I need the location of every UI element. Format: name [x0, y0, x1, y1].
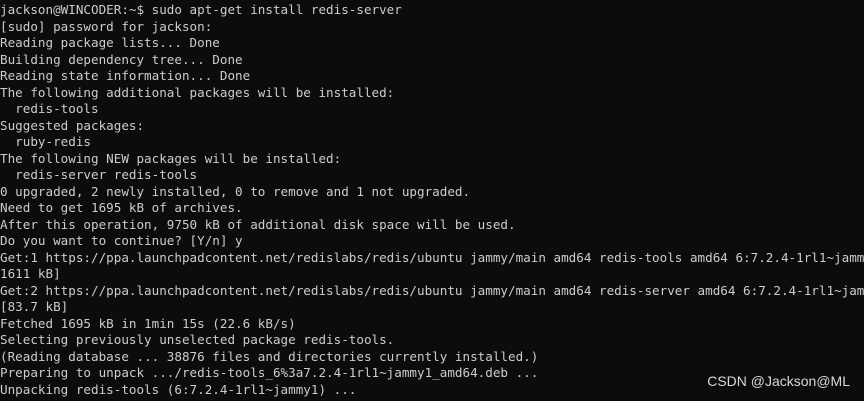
terminal-output-line: Suggested packages:	[0, 117, 145, 133]
terminal-output-line: 1611 kB]	[0, 266, 61, 281]
terminal-output-line: Fetched 1695 kB in 1min 15s (22.6 kB/s)	[0, 315, 296, 331]
terminal-output-line: (Reading database ... 38876 files and di…	[0, 348, 539, 364]
terminal-output-line: Selecting previously unselected package …	[0, 332, 395, 347]
terminal-output-line: The following additional packages will b…	[0, 84, 395, 100]
terminal-output-line: [sudo] password for jackson:	[0, 18, 213, 34]
terminal-output-line: ruby-redis	[0, 134, 91, 149]
terminal-output-line: After this operation, 9750 kB of additio…	[0, 216, 516, 232]
terminal-output-line: redis-server redis-tools	[0, 167, 198, 182]
terminal-output-line: Need to get 1695 kB of archives.	[0, 200, 243, 215]
terminal-output-line: 0 upgraded, 2 newly installed, 0 to remo…	[0, 183, 471, 199]
terminal-output-line: Reading package lists... Done	[0, 35, 220, 50]
terminal-output-line: Do you want to continue? [Y/n] y	[0, 233, 243, 248]
terminal-output-line: Building dependency tree... Done	[0, 51, 243, 67]
csdn-watermark: CSDN @Jackson@ML	[707, 372, 850, 389]
terminal-output-line: Get:1 https://ppa.launchpadcontent.net/r…	[0, 249, 864, 265]
terminal-output-line: [83.7 kB]	[0, 299, 69, 314]
terminal-prompt-line: jackson@WINCODER:~$ sudo apt-get install…	[0, 2, 402, 17]
terminal-output-line: Get:2 https://ppa.launchpadcontent.net/r…	[0, 282, 864, 298]
terminal-output-line: redis-tools	[0, 101, 99, 116]
terminal-output-line: The following NEW packages will be insta…	[0, 150, 342, 166]
terminal-window[interactable]: jackson@WINCODER:~$ sudo apt-get install…	[0, 0, 864, 401]
terminal-output-line: Reading state information... Done	[0, 68, 251, 83]
